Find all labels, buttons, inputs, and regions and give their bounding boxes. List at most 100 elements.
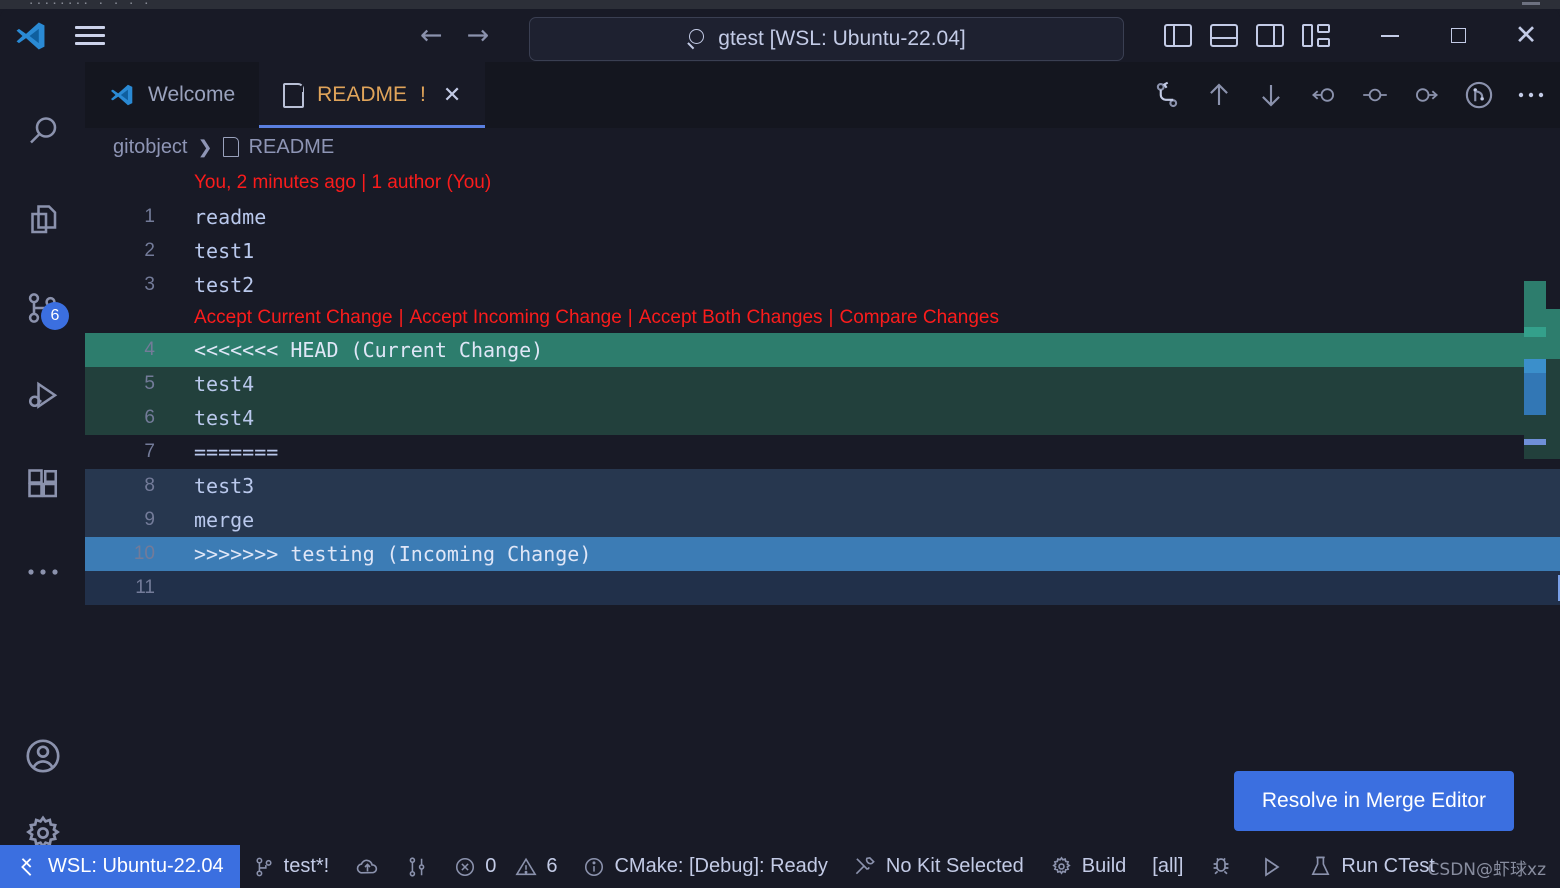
line-number: 2 — [144, 240, 155, 261]
account-button[interactable] — [0, 712, 85, 800]
codelens-separator: | — [398, 306, 404, 328]
toggle-primary-sidebar-icon[interactable] — [1164, 24, 1192, 47]
close-icon[interactable]: ✕ — [443, 83, 461, 108]
line-content: test3 — [194, 474, 255, 498]
line-number: 5 — [144, 373, 155, 394]
line-number: 4 — [144, 339, 155, 360]
more-actions-icon[interactable] — [1516, 80, 1546, 110]
remote-icon — [16, 856, 38, 878]
incoming-change-icon[interactable] — [1412, 80, 1442, 110]
tab-label: Welcome — [148, 83, 236, 106]
maximize-button[interactable] — [1424, 9, 1492, 62]
status-build-target-label: [all] — [1152, 855, 1184, 877]
run-debug-icon — [28, 381, 57, 409]
workbench-body: 6 Welcome README ! ✕ gitobject ❯ README … — [0, 62, 1560, 888]
status-build[interactable]: Build — [1037, 845, 1139, 888]
editor-line[interactable]: 9 merge — [85, 503, 1560, 537]
beaker-icon — [1309, 855, 1332, 878]
forward-arrow-icon[interactable]: → — [467, 22, 490, 49]
chevron-right-icon: ❯ — [197, 136, 213, 157]
arrow-down-icon[interactable] — [1256, 80, 1286, 110]
line-number: 8 — [144, 475, 155, 496]
sync-cloud-icon — [355, 856, 380, 878]
previous-change-icon[interactable] — [1308, 80, 1338, 110]
accept-incoming-change-link[interactable]: Accept Incoming Change — [410, 307, 622, 329]
status-run[interactable] — [1246, 845, 1296, 888]
status-debug[interactable] — [1196, 845, 1246, 888]
status-branch[interactable]: test*! — [240, 845, 343, 888]
open-merge-editor-icon[interactable] — [1464, 80, 1494, 110]
sidebar-item-source-control[interactable]: 6 — [0, 264, 85, 352]
close-icon: ✕ — [1514, 20, 1538, 51]
activity-bar: 6 — [0, 62, 85, 888]
resolve-in-merge-editor-button[interactable]: Resolve in Merge Editor — [1233, 771, 1514, 831]
overview-marker — [1546, 166, 1560, 281]
line-number: 10 — [133, 543, 155, 564]
line-number: 3 — [144, 274, 155, 295]
vscode-logo-icon — [0, 19, 62, 53]
status-warning-count: 6 — [546, 855, 558, 877]
sidebar-item-search[interactable] — [0, 88, 85, 176]
sidebar-item-extensions[interactable] — [0, 440, 85, 528]
line-content: ======= — [194, 440, 279, 464]
editor-line[interactable]: 2 test1 — [85, 234, 1560, 268]
toggle-panel-icon[interactable] — [1210, 24, 1238, 47]
breadcrumb-folder[interactable]: gitobject — [113, 136, 188, 159]
command-center[interactable]: gtest [WSL: Ubuntu-22.04] — [529, 17, 1124, 61]
tab-label: README — [317, 83, 407, 106]
line-content: readme — [194, 205, 267, 229]
status-pull-request[interactable] — [393, 845, 441, 888]
desktop-background-strip: ▪ ▪ ▪ ▪ ▪ ▪ ▪ ▪ ▪ ▪ ▪ ▪ — [0, 0, 1560, 9]
menu-button[interactable] — [62, 16, 118, 56]
editor-line[interactable]: 6 test4 — [85, 401, 1560, 435]
status-cmake-label: CMake: [Debug]: Ready — [614, 855, 828, 877]
editor-line[interactable]: 5 test4 — [85, 367, 1560, 401]
tab-welcome[interactable]: Welcome — [85, 62, 260, 128]
arrow-up-icon[interactable] — [1204, 80, 1234, 110]
merge-conflict-codelens: Accept Current Change | Accept Incoming … — [85, 302, 1560, 333]
customize-layout-icon[interactable] — [1302, 24, 1330, 47]
editor-line[interactable]: 1 readme — [85, 200, 1560, 234]
breadcrumb-file[interactable]: README — [249, 136, 335, 159]
editor-line[interactable]: 8 test3 — [85, 469, 1560, 503]
status-problems[interactable]: 0 6 — [441, 845, 570, 888]
bug-icon — [1209, 855, 1233, 879]
sidebar-item-more[interactable] — [0, 528, 85, 616]
overview-ruler[interactable] — [1520, 166, 1560, 888]
pull-request-icon — [406, 856, 428, 878]
tab-bar: Welcome README ! ✕ — [85, 62, 1560, 128]
editor-line[interactable]: 3 test2 — [85, 268, 1560, 302]
status-kit[interactable]: No Kit Selected — [841, 845, 1037, 888]
line-content: test2 — [194, 273, 255, 297]
status-run-ctest[interactable]: Run CTest — [1296, 845, 1447, 888]
minimize-button[interactable] — [1356, 9, 1424, 62]
accept-current-change-link[interactable]: Accept Current Change — [194, 307, 393, 329]
line-content: <<<<<<< HEAD (Current Change) — [194, 338, 544, 362]
line-content: test4 — [194, 406, 255, 430]
toggle-secondary-sidebar-icon[interactable] — [1256, 24, 1284, 47]
file-icon — [283, 82, 305, 108]
layout-toggles — [1164, 9, 1330, 62]
close-button[interactable]: ✕ — [1492, 9, 1560, 62]
current-change-icon[interactable] — [1360, 80, 1390, 110]
sidebar-item-explorer[interactable] — [0, 176, 85, 264]
editor-line-current-header[interactable]: 4 <<<<<<< HEAD (Current Change) — [85, 333, 1560, 367]
status-remote-indicator[interactable]: WSL: Ubuntu-22.04 — [0, 845, 240, 888]
line-content: merge — [194, 508, 255, 532]
sidebar-item-run-and-debug[interactable] — [0, 352, 85, 440]
editor-line-incoming-header[interactable]: 10 >>>>>>> testing (Incoming Change) — [85, 537, 1560, 571]
tab-dirty-indicator: ! — [420, 83, 426, 106]
info-icon — [583, 856, 605, 878]
status-sync[interactable] — [342, 845, 393, 888]
tab-readme[interactable]: README ! ✕ — [259, 62, 486, 128]
code-editor[interactable]: You, 2 minutes ago | 1 author (You) 1 re… — [85, 166, 1560, 888]
accept-both-changes-link[interactable]: Accept Both Changes — [639, 307, 823, 329]
status-cmake[interactable]: CMake: [Debug]: Ready — [570, 845, 840, 888]
merge-changes-icon[interactable] — [1152, 80, 1182, 110]
status-build-target[interactable]: [all] — [1139, 845, 1196, 888]
editor-line-conflict-divider[interactable]: 7 ======= — [85, 435, 1560, 469]
compare-changes-link[interactable]: Compare Changes — [839, 307, 998, 329]
navigation-arrows: ← → — [420, 9, 489, 62]
back-arrow-icon[interactable]: ← — [420, 22, 443, 49]
editor-line-cursor[interactable]: 11 — [85, 571, 1560, 605]
